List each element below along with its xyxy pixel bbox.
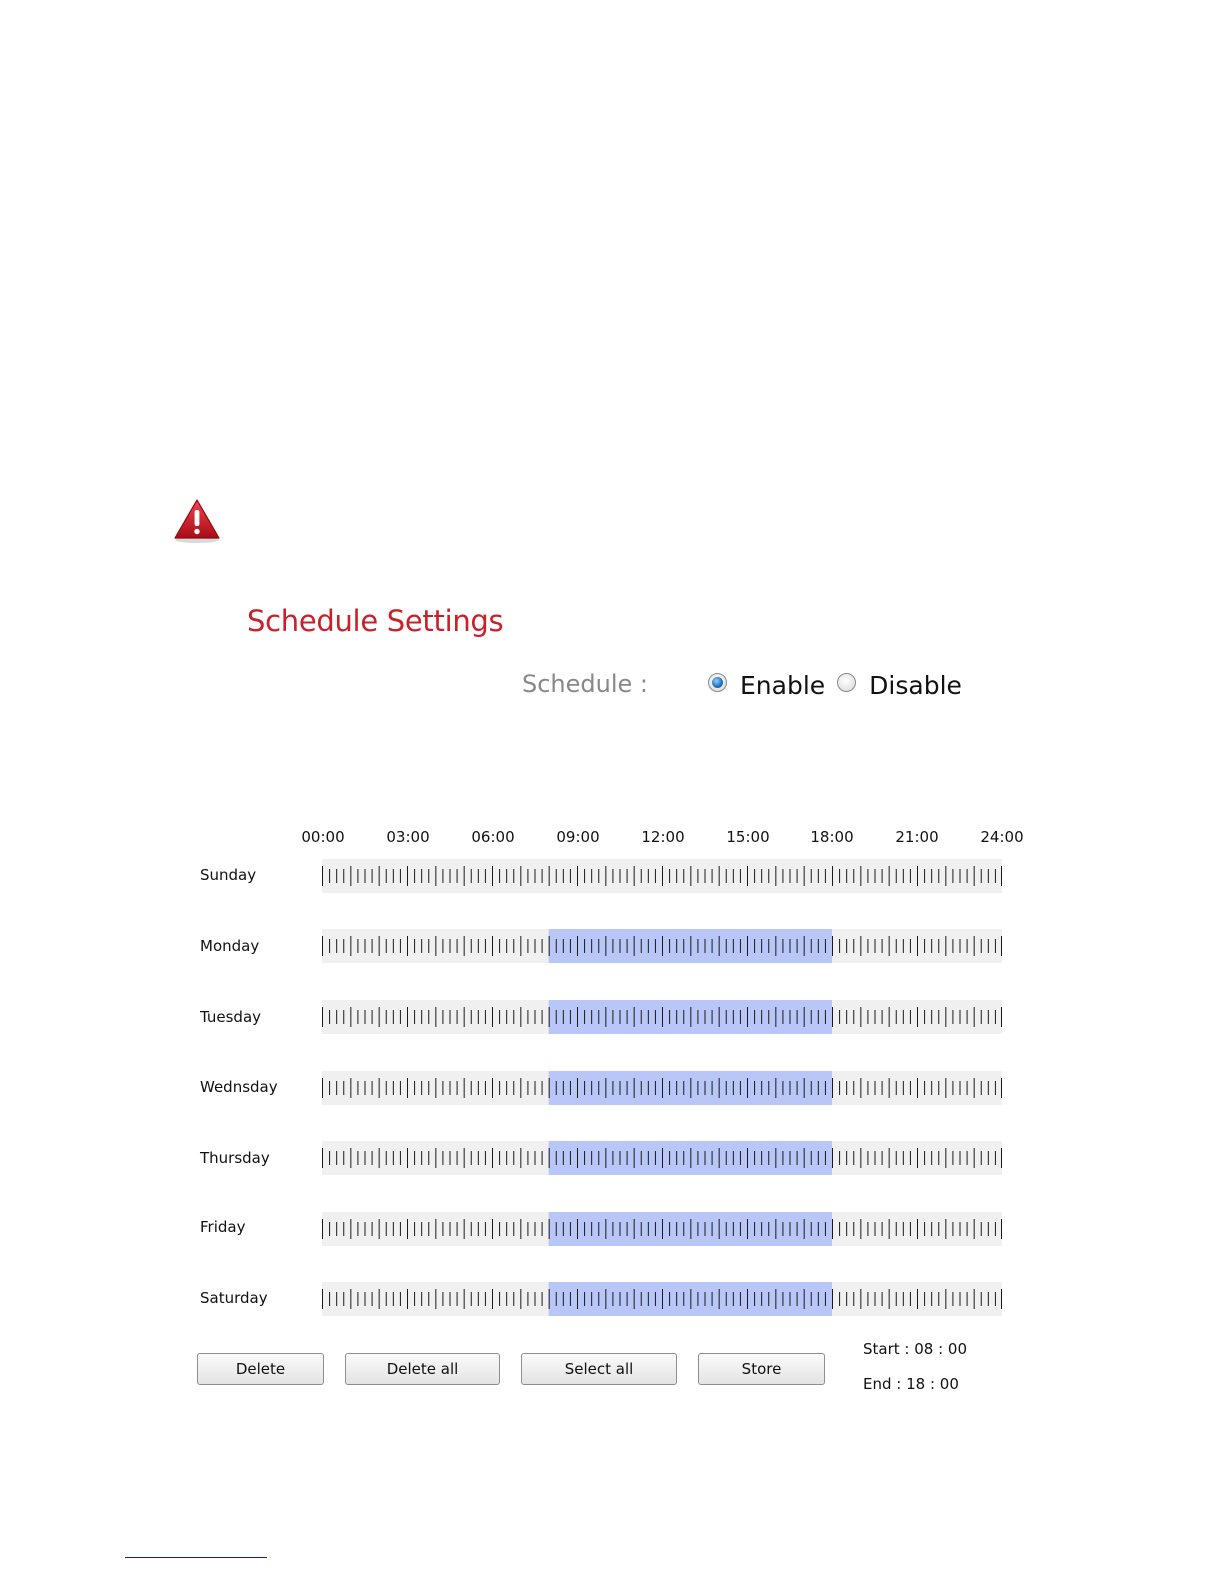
timeline-ticks (322, 1000, 1002, 1034)
range-start-text: Start : 08 : 00 (863, 1340, 967, 1358)
day-label-sunday: Sunday (200, 866, 257, 884)
time-label: 09:00 (556, 828, 600, 846)
timeline-wednesday[interactable] (322, 1071, 1002, 1105)
day-label-thursday: Thursday (200, 1149, 270, 1167)
day-label-wednesday: Wednsday (200, 1078, 278, 1096)
select-all-button[interactable]: Select all (521, 1353, 677, 1385)
time-label: 15:00 (726, 828, 770, 846)
timeline-ticks (322, 1212, 1002, 1246)
timeline-monday[interactable] (322, 929, 1002, 963)
time-label: 03:00 (386, 828, 430, 846)
time-label: 06:00 (471, 828, 515, 846)
timeline-ticks (322, 929, 1002, 963)
timeline-ticks (322, 1141, 1002, 1175)
day-label-friday: Friday (200, 1218, 246, 1236)
time-label: 12:00 (641, 828, 685, 846)
timeline-ticks (322, 1282, 1002, 1316)
timeline-tuesday[interactable] (322, 1000, 1002, 1034)
schedule-radio-group: Enable Disable (708, 668, 974, 702)
disable-label[interactable]: Disable (869, 671, 962, 700)
time-label: 00:00 (301, 828, 345, 846)
disable-radio[interactable] (837, 672, 857, 692)
store-button[interactable]: Store (698, 1353, 825, 1385)
schedule-label: Schedule : (522, 670, 648, 698)
time-label: 24:00 (980, 828, 1024, 846)
day-label-saturday: Saturday (200, 1289, 268, 1307)
page-title: Schedule Settings (247, 604, 504, 638)
enable-label[interactable]: Enable (740, 671, 825, 700)
delete-all-button[interactable]: Delete all (345, 1353, 500, 1385)
time-label: 18:00 (810, 828, 854, 846)
day-label-tuesday: Tuesday (200, 1008, 262, 1026)
footer-rule (125, 1557, 267, 1558)
timeline-ticks (322, 866, 1002, 886)
enable-radio[interactable] (708, 672, 727, 692)
timeline-thursday[interactable] (322, 1141, 1002, 1175)
warning-icon (174, 499, 220, 543)
timeline-ticks (322, 1071, 1002, 1105)
schedule-toggle-row: Schedule : Enable Disable (522, 668, 962, 702)
delete-button[interactable]: Delete (197, 1353, 324, 1385)
timeline-saturday[interactable] (322, 1282, 1002, 1316)
day-label-monday: Monday (200, 937, 260, 955)
timeline-friday[interactable] (322, 1212, 1002, 1246)
time-label: 21:00 (895, 828, 939, 846)
timeline-sunday[interactable] (322, 859, 1002, 893)
range-end-text: End : 18 : 00 (863, 1375, 959, 1393)
